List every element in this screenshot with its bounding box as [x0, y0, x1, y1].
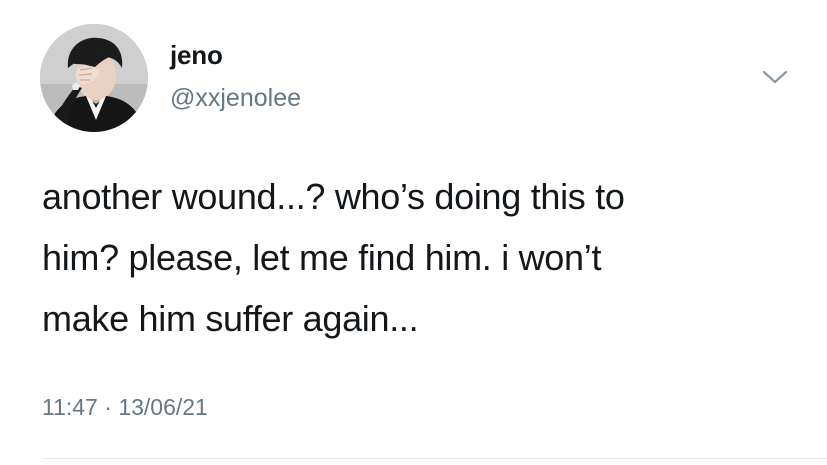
- display-name[interactable]: jeno: [170, 40, 223, 71]
- tweet-text-line: another wound...? who’s doing this to: [42, 176, 625, 217]
- tweet-time: 11:47: [42, 394, 98, 420]
- tweet-text-line: make him suffer again...: [42, 298, 419, 339]
- tweet-date: 13/06/21: [118, 394, 208, 420]
- avatar[interactable]: [40, 24, 148, 132]
- tweet-card: jeno @xxjenolee another wound...? who’s …: [0, 0, 827, 465]
- tweet-text-line: him? please, let me find him. i won’t: [42, 237, 602, 278]
- meta-separator: ·: [104, 394, 112, 420]
- tweet-timestamp[interactable]: 11:47 · 13/06/21: [42, 394, 208, 421]
- username-handle[interactable]: @xxjenolee: [170, 84, 301, 113]
- avatar-photo: [40, 24, 148, 132]
- tweet-text: another wound...? who’s doing this to hi…: [42, 166, 802, 349]
- divider: [42, 458, 827, 459]
- chevron-down-icon[interactable]: [760, 66, 790, 88]
